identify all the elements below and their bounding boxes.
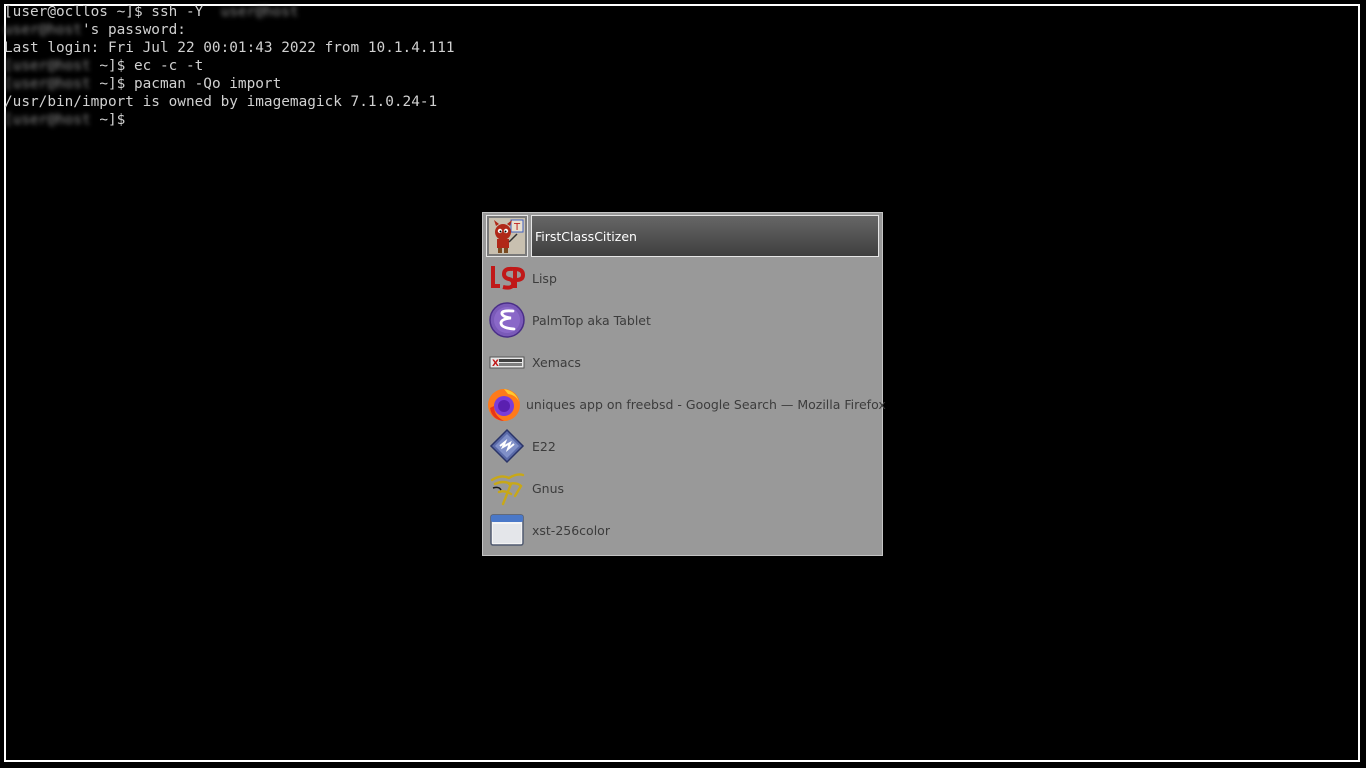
switcher-item-xst[interactable]: xst-256color: [486, 509, 879, 551]
terminal-output[interactable]: [user@ocllos ~]$ ssh -Y user@host user@h…: [4, 3, 455, 129]
switcher-item-label: Gnus: [532, 480, 565, 496]
switcher-item-label: xst-256color: [532, 522, 610, 538]
terminal-text: ~]$ pacman -Qo import: [99, 76, 282, 92]
redacted-text: [user@host: [4, 76, 100, 92]
e22-editor-icon: [486, 425, 528, 467]
svg-text:T: T: [513, 222, 521, 233]
terminal-window-icon: [486, 509, 528, 551]
switcher-item-label: uniques app on freebsd - Google Search —…: [526, 396, 886, 412]
terminal-text: /usr/bin/import is owned by imagemagick …: [4, 94, 438, 110]
terminal-line: [user@host ~]$ pacman -Qo import: [4, 75, 455, 93]
svg-text:X: X: [492, 359, 499, 369]
switcher-item-e22[interactable]: E22: [486, 425, 879, 467]
switcher-item-label: FirstClassCitizen: [535, 228, 637, 244]
redacted-text: [user@host: [4, 112, 100, 128]
freebsd-daemon-icon: T: [486, 215, 528, 257]
switcher-item-label: PalmTop aka Tablet: [532, 312, 651, 328]
terminal-prompt: ~]$: [99, 112, 126, 128]
redacted-text: [user@host: [4, 58, 100, 74]
window-switcher: T FirstClassCitizen Lisp PalmTop aka Tab…: [482, 212, 886, 556]
switcher-item-firefox[interactable]: uniques app on freebsd - Google Search —…: [486, 383, 886, 425]
selected-highlight: FirstClassCitizen: [531, 215, 879, 257]
terminal-line: Last login: Fri Jul 22 00:01:43 2022 fro…: [4, 39, 455, 57]
terminal-text: [user@ocllos ~]$ ssh -Y: [4, 4, 204, 20]
terminal-text: ~]$ ec -c -t: [99, 58, 204, 74]
terminal-text: Last login: Fri Jul 22 00:01:43 2022 fro…: [4, 40, 455, 56]
switcher-item-lisp[interactable]: Lisp: [486, 257, 879, 299]
lisp-icon: [486, 257, 528, 299]
terminal-text: 's password:: [81, 22, 186, 38]
firefox-icon: [486, 383, 522, 425]
redacted-text: user@host: [4, 22, 82, 38]
switcher-item-label: Xemacs: [532, 354, 581, 370]
switcher-item-gnus[interactable]: Gnus: [486, 467, 879, 509]
switcher-item-label: E22: [532, 438, 556, 454]
terminal-line: [user@host ~]$ ec -c -t: [4, 57, 455, 75]
xemacs-icon: X: [486, 341, 528, 383]
gnus-icon: [486, 467, 528, 509]
switcher-item-xemacs[interactable]: X Xemacs: [486, 341, 879, 383]
terminal-line: user@host's password:: [4, 21, 455, 39]
redacted-text: user@host: [203, 4, 316, 20]
terminal-prompt-line: [user@host ~]$: [4, 111, 455, 129]
switcher-item-label: Lisp: [532, 270, 557, 286]
terminal-line: /usr/bin/import is owned by imagemagick …: [4, 93, 455, 111]
terminal-line: [user@ocllos ~]$ ssh -Y user@host: [4, 3, 455, 21]
switcher-item-firstclasscitizen[interactable]: T FirstClassCitizen: [486, 215, 879, 257]
switcher-item-palmtop[interactable]: PalmTop aka Tablet: [486, 299, 879, 341]
emacs-icon: [486, 299, 528, 341]
